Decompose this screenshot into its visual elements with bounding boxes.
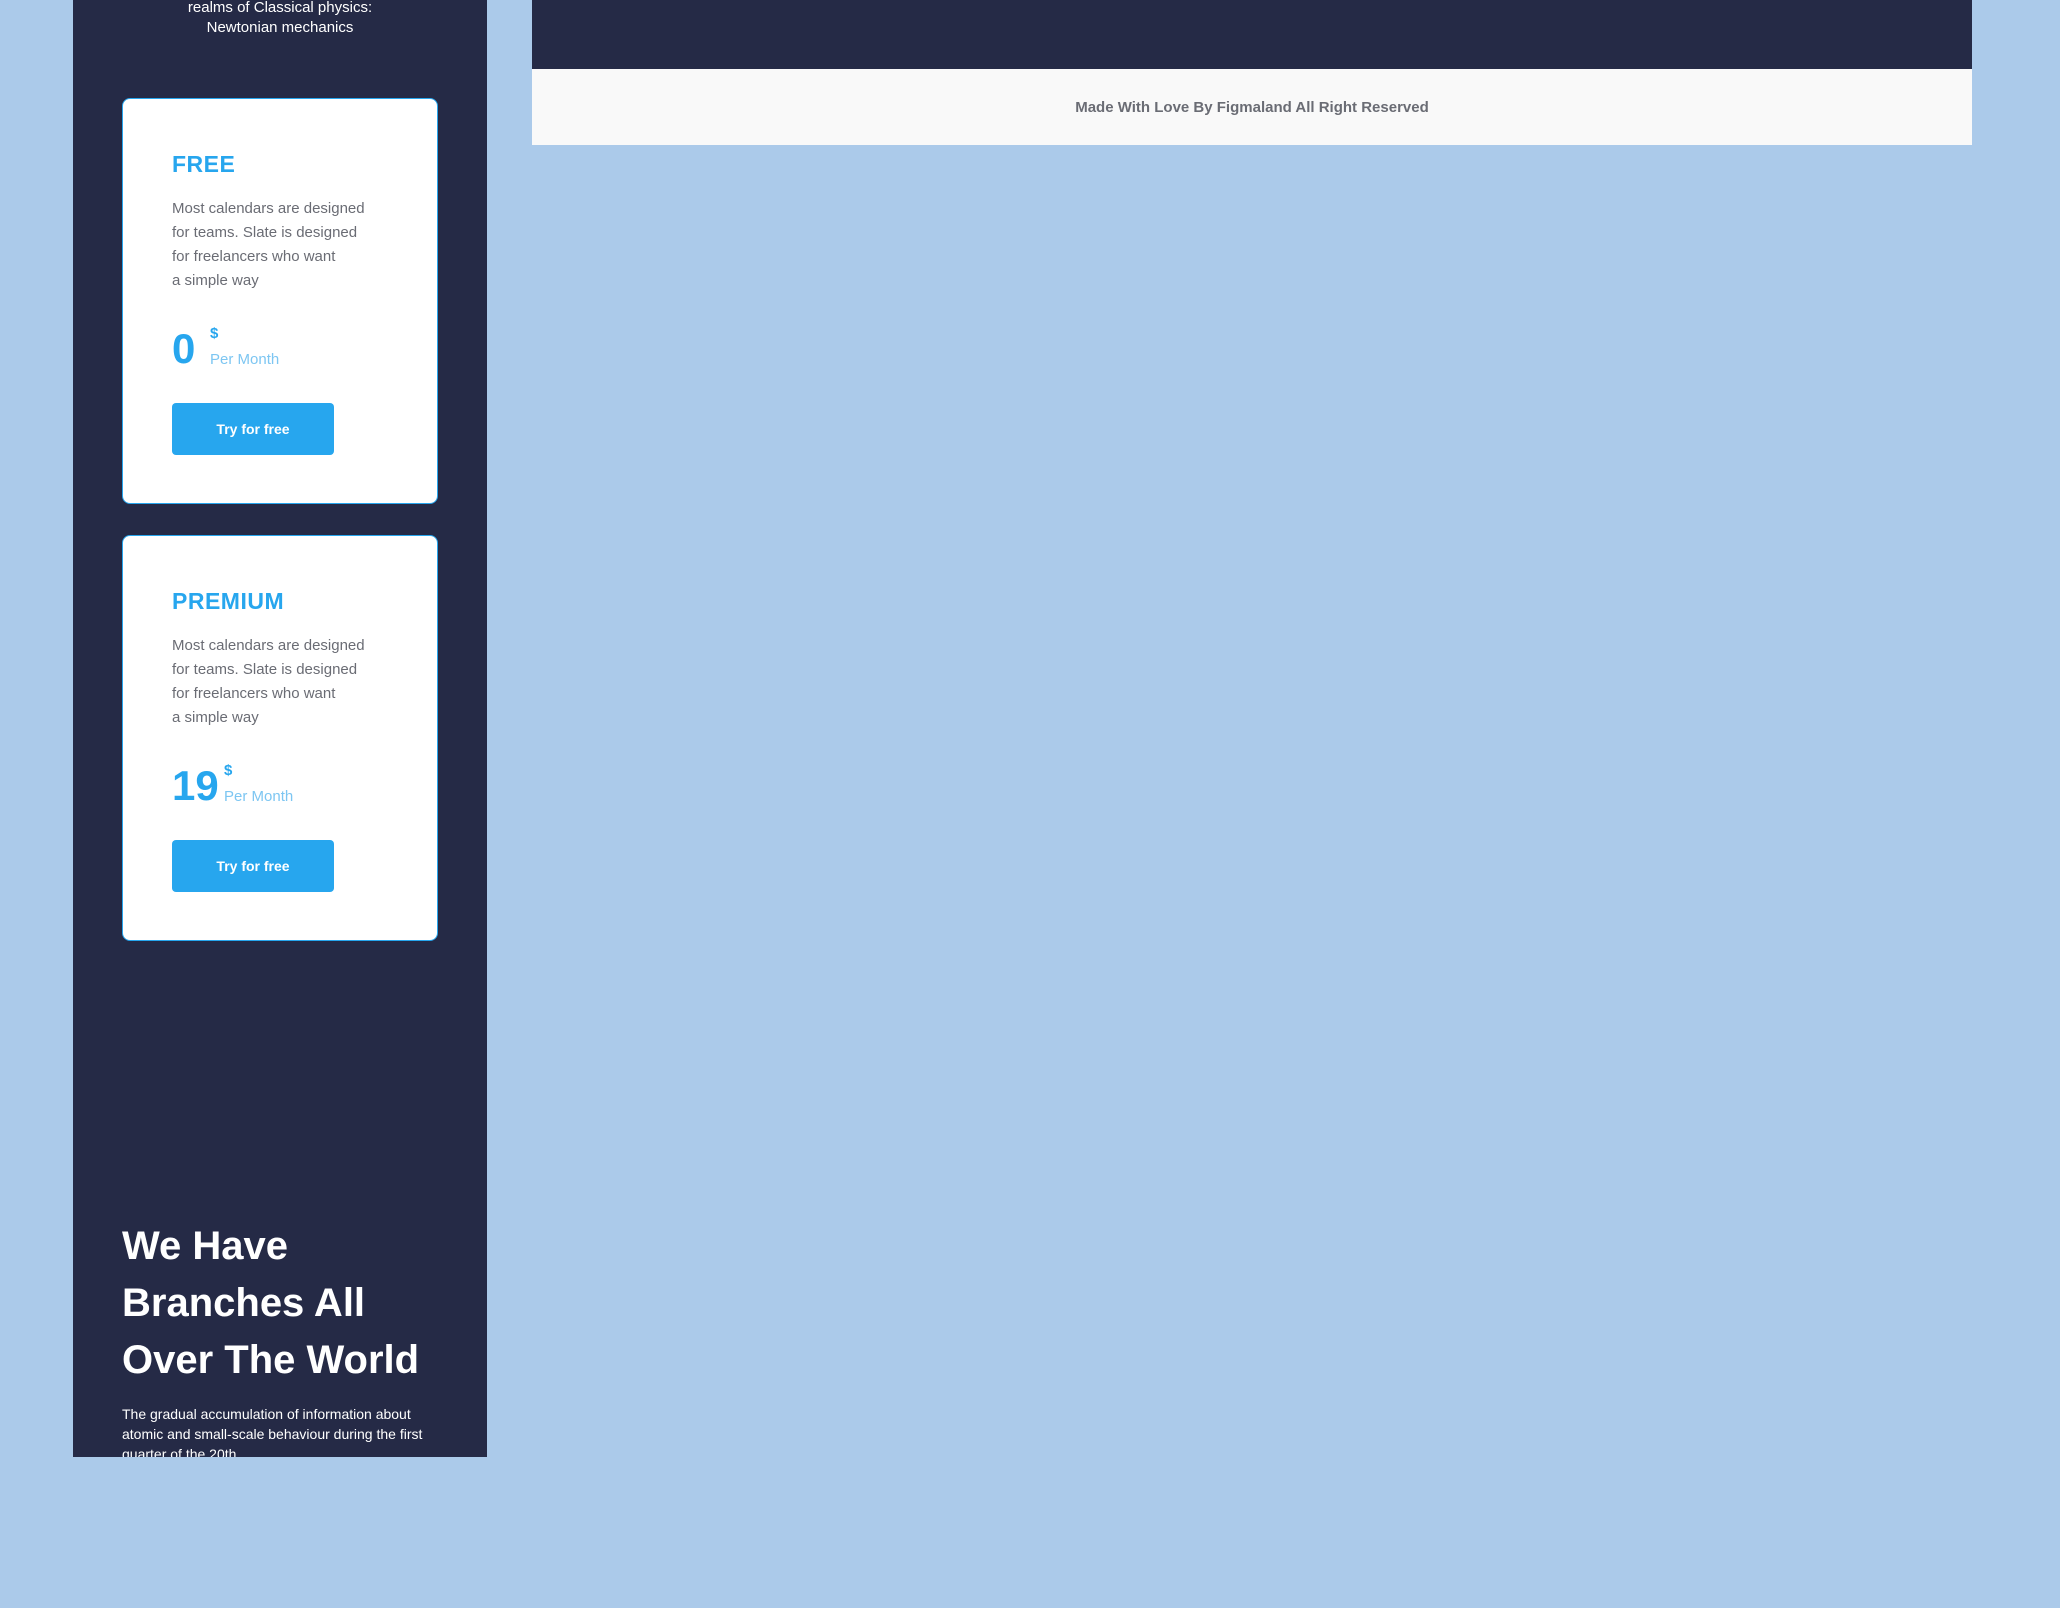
intro-text: realms of Classical physics: Newtonian m… <box>73 0 487 38</box>
site-footer: Made With Love By Figmaland All Right Re… <box>532 69 1972 145</box>
branches-text: The gradual accumulation of information … <box>122 1406 423 1457</box>
try-for-free-button[interactable]: Try for free <box>172 403 334 455</box>
desktop-header-bar <box>532 0 1972 69</box>
plan-name: PREMIUM <box>172 588 285 614</box>
mobile-preview-panel: realms of Classical physics: Newtonian m… <box>73 0 487 1457</box>
intro-line-2: Newtonian mechanics <box>206 19 354 36</box>
intro-line-1: realms of Classical physics: <box>187 0 373 16</box>
price-currency: $ <box>224 762 233 779</box>
copyright-text: Made With Love By Figmaland All Right Re… <box>1075 98 1429 116</box>
try-for-free-button[interactable]: Try for free <box>172 840 334 892</box>
plan-description: Most calendars are designed for teams. S… <box>172 637 365 726</box>
plan-name: FREE <box>172 151 236 177</box>
plan-price: 19 <box>172 762 219 809</box>
plan-price: 0 <box>172 325 196 372</box>
price-period: Per Month <box>210 351 280 368</box>
pricing-card-premium: PREMIUM Most calendars are designed for … <box>122 535 438 941</box>
price-currency: $ <box>210 325 219 342</box>
pricing-card-free: FREE Most calendars are designed for tea… <box>122 98 438 504</box>
price-period: Per Month <box>224 788 294 805</box>
branches-heading: We Have Branches All Over The World <box>122 1224 420 1382</box>
plan-description: Most calendars are designed for teams. S… <box>172 200 365 289</box>
